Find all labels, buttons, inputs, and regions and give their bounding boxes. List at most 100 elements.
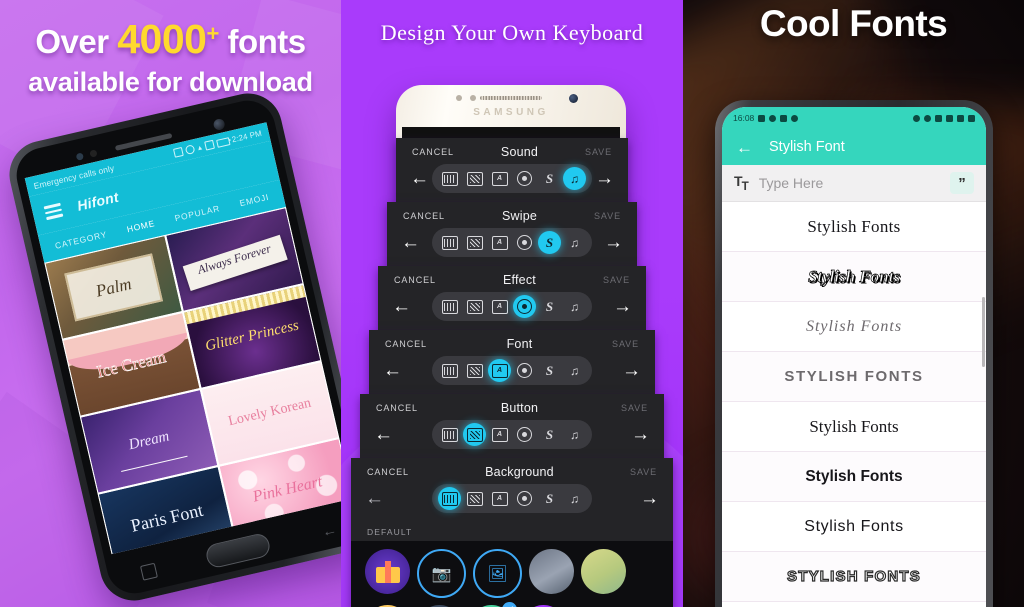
effect-icon[interactable] — [513, 295, 536, 318]
status-bar: 16:08 — [722, 107, 986, 129]
sound-icon[interactable]: ♫ — [563, 167, 586, 190]
gift-swatch[interactable] — [365, 549, 410, 594]
swipe-icon[interactable]: S — [538, 167, 561, 190]
effect-icon[interactable] — [513, 423, 536, 446]
grey-gradient-swatch[interactable] — [529, 549, 574, 594]
swipe-icon[interactable]: S — [538, 359, 561, 382]
app-store-screenshot-strip: Over 4000+ fonts available for download … — [0, 0, 1024, 607]
hamburger-menu-icon[interactable] — [43, 203, 64, 220]
prev-arrow-icon[interactable]: ← — [383, 361, 402, 380]
button-icon[interactable] — [463, 167, 486, 190]
cancel-button[interactable]: CANCEL — [403, 211, 445, 221]
notification-icon — [758, 114, 766, 122]
signal-icon — [203, 139, 215, 151]
next-arrow-icon[interactable]: → — [622, 361, 641, 380]
sound-icon[interactable]: ♫ — [563, 423, 586, 446]
wifi-icon: ▴ — [196, 142, 203, 153]
font-icon[interactable]: A — [488, 359, 511, 382]
gallery-swatch[interactable]: 🖼 — [473, 549, 522, 598]
back-arrow-icon[interactable]: ← — [736, 139, 753, 156]
cancel-button[interactable]: CANCEL — [376, 403, 418, 413]
effect-icon[interactable] — [513, 231, 536, 254]
scrollbar[interactable] — [982, 297, 985, 367]
font-list-item[interactable]: Stylish Fonts — [722, 502, 986, 552]
save-button[interactable]: SAVE — [630, 467, 657, 477]
font-list-item[interactable]: Stylish Fonts — [722, 452, 986, 502]
prev-arrow-icon[interactable]: ← — [392, 297, 411, 316]
font-icon[interactable]: A — [488, 423, 511, 446]
save-button[interactable]: SAVE — [594, 211, 621, 221]
sound-icon[interactable]: ♫ — [563, 359, 586, 382]
swipe-icon[interactable]: S — [538, 231, 561, 254]
back-button[interactable]: ← — [320, 521, 338, 541]
check-icon: ✓ — [502, 602, 517, 607]
next-arrow-icon[interactable]: → — [604, 233, 623, 252]
tab-category[interactable]: CATEGORY — [54, 229, 108, 251]
font-icon[interactable]: A — [488, 167, 511, 190]
next-arrow-icon[interactable]: → — [595, 169, 614, 188]
swipe-icon[interactable]: S — [538, 487, 561, 510]
button-icon[interactable] — [463, 231, 486, 254]
quote-icon[interactable]: ” — [950, 172, 974, 194]
tool-pill: A S ♫ — [432, 164, 592, 193]
cancel-button[interactable]: CANCEL — [367, 467, 409, 477]
font-icon[interactable]: A — [488, 295, 511, 318]
font-list-item[interactable]: STYLISH FONTS — [722, 352, 986, 402]
effect-icon[interactable] — [513, 167, 536, 190]
swipe-icon[interactable]: S — [538, 295, 561, 318]
keyboard-icon[interactable] — [438, 359, 461, 382]
search-input[interactable]: Type Here — [759, 175, 939, 191]
save-button[interactable]: SAVE — [612, 339, 639, 349]
next-arrow-icon[interactable]: → — [613, 297, 632, 316]
notification-icon — [791, 114, 799, 122]
save-button[interactable]: SAVE — [603, 275, 630, 285]
cancel-button[interactable]: CANCEL — [394, 275, 436, 285]
font-list-item[interactable]: Stylish Fonts — [722, 252, 986, 302]
keyboard-icon[interactable] — [438, 295, 461, 318]
font-list-item[interactable]: STYLISH FONTS — [722, 552, 986, 602]
next-arrow-icon[interactable]: → — [640, 489, 659, 508]
panel-over-4000-fonts: Over 4000+ fonts available for download … — [0, 0, 341, 607]
text-input-row[interactable]: TT Type Here ” — [722, 165, 986, 202]
sound-icon[interactable]: ♫ — [563, 487, 586, 510]
save-button[interactable]: SAVE — [621, 403, 648, 413]
next-arrow-icon[interactable]: → — [631, 425, 650, 444]
tab-popular[interactable]: POPULAR — [174, 203, 221, 223]
save-button[interactable]: SAVE — [585, 147, 612, 157]
swipe-icon[interactable]: S — [538, 423, 561, 446]
section-default-label: DEFAULT — [351, 522, 673, 541]
prev-arrow-icon[interactable]: ← — [401, 233, 420, 252]
toolbar-stack: CANCEL Sound SAVE ← A S ♫ → CANCEL Swipe… — [341, 138, 683, 607]
font-icon[interactable]: A — [488, 231, 511, 254]
prev-arrow-icon[interactable]: ← — [374, 425, 393, 444]
effect-icon[interactable] — [513, 359, 536, 382]
tab-emoji[interactable]: EMOJI — [239, 192, 270, 208]
effect-icon[interactable] — [513, 487, 536, 510]
font-list-item[interactable]: Stylish Fonts — [722, 302, 986, 352]
prev-arrow-icon[interactable]: ← — [410, 169, 429, 188]
button-icon[interactable] — [463, 423, 486, 446]
app-bar: ← Stylish Font — [722, 129, 986, 165]
keyboard-icon[interactable] — [438, 167, 461, 190]
keyboard-icon[interactable] — [438, 423, 461, 446]
headline-plus: + — [206, 21, 219, 46]
keyboard-icon[interactable] — [438, 231, 461, 254]
button-icon[interactable] — [463, 359, 486, 382]
tab-home[interactable]: HOME — [126, 218, 156, 234]
toolbar-effect: CANCEL Effect SAVE ← A S ♫ → — [378, 266, 646, 330]
font-icon[interactable]: A — [488, 487, 511, 510]
tool-pill: A S ♫ — [432, 228, 592, 257]
keyboard-icon[interactable] — [438, 487, 461, 510]
cancel-button[interactable]: CANCEL — [385, 339, 427, 349]
tool-pill: A S ♫ — [432, 292, 592, 321]
sound-icon[interactable]: ♫ — [563, 295, 586, 318]
camera-swatch[interactable]: 📷 — [417, 549, 466, 598]
sound-icon[interactable]: ♫ — [563, 231, 586, 254]
font-list-item[interactable]: Stylish Fonts — [722, 402, 986, 452]
lime-gradient-swatch[interactable] — [581, 549, 626, 594]
font-list-item[interactable]: Stylish Fonts — [722, 202, 986, 252]
prev-arrow-icon[interactable]: ← — [365, 489, 384, 508]
cancel-button[interactable]: CANCEL — [412, 147, 454, 157]
button-icon[interactable] — [463, 295, 486, 318]
button-icon[interactable] — [463, 487, 486, 510]
